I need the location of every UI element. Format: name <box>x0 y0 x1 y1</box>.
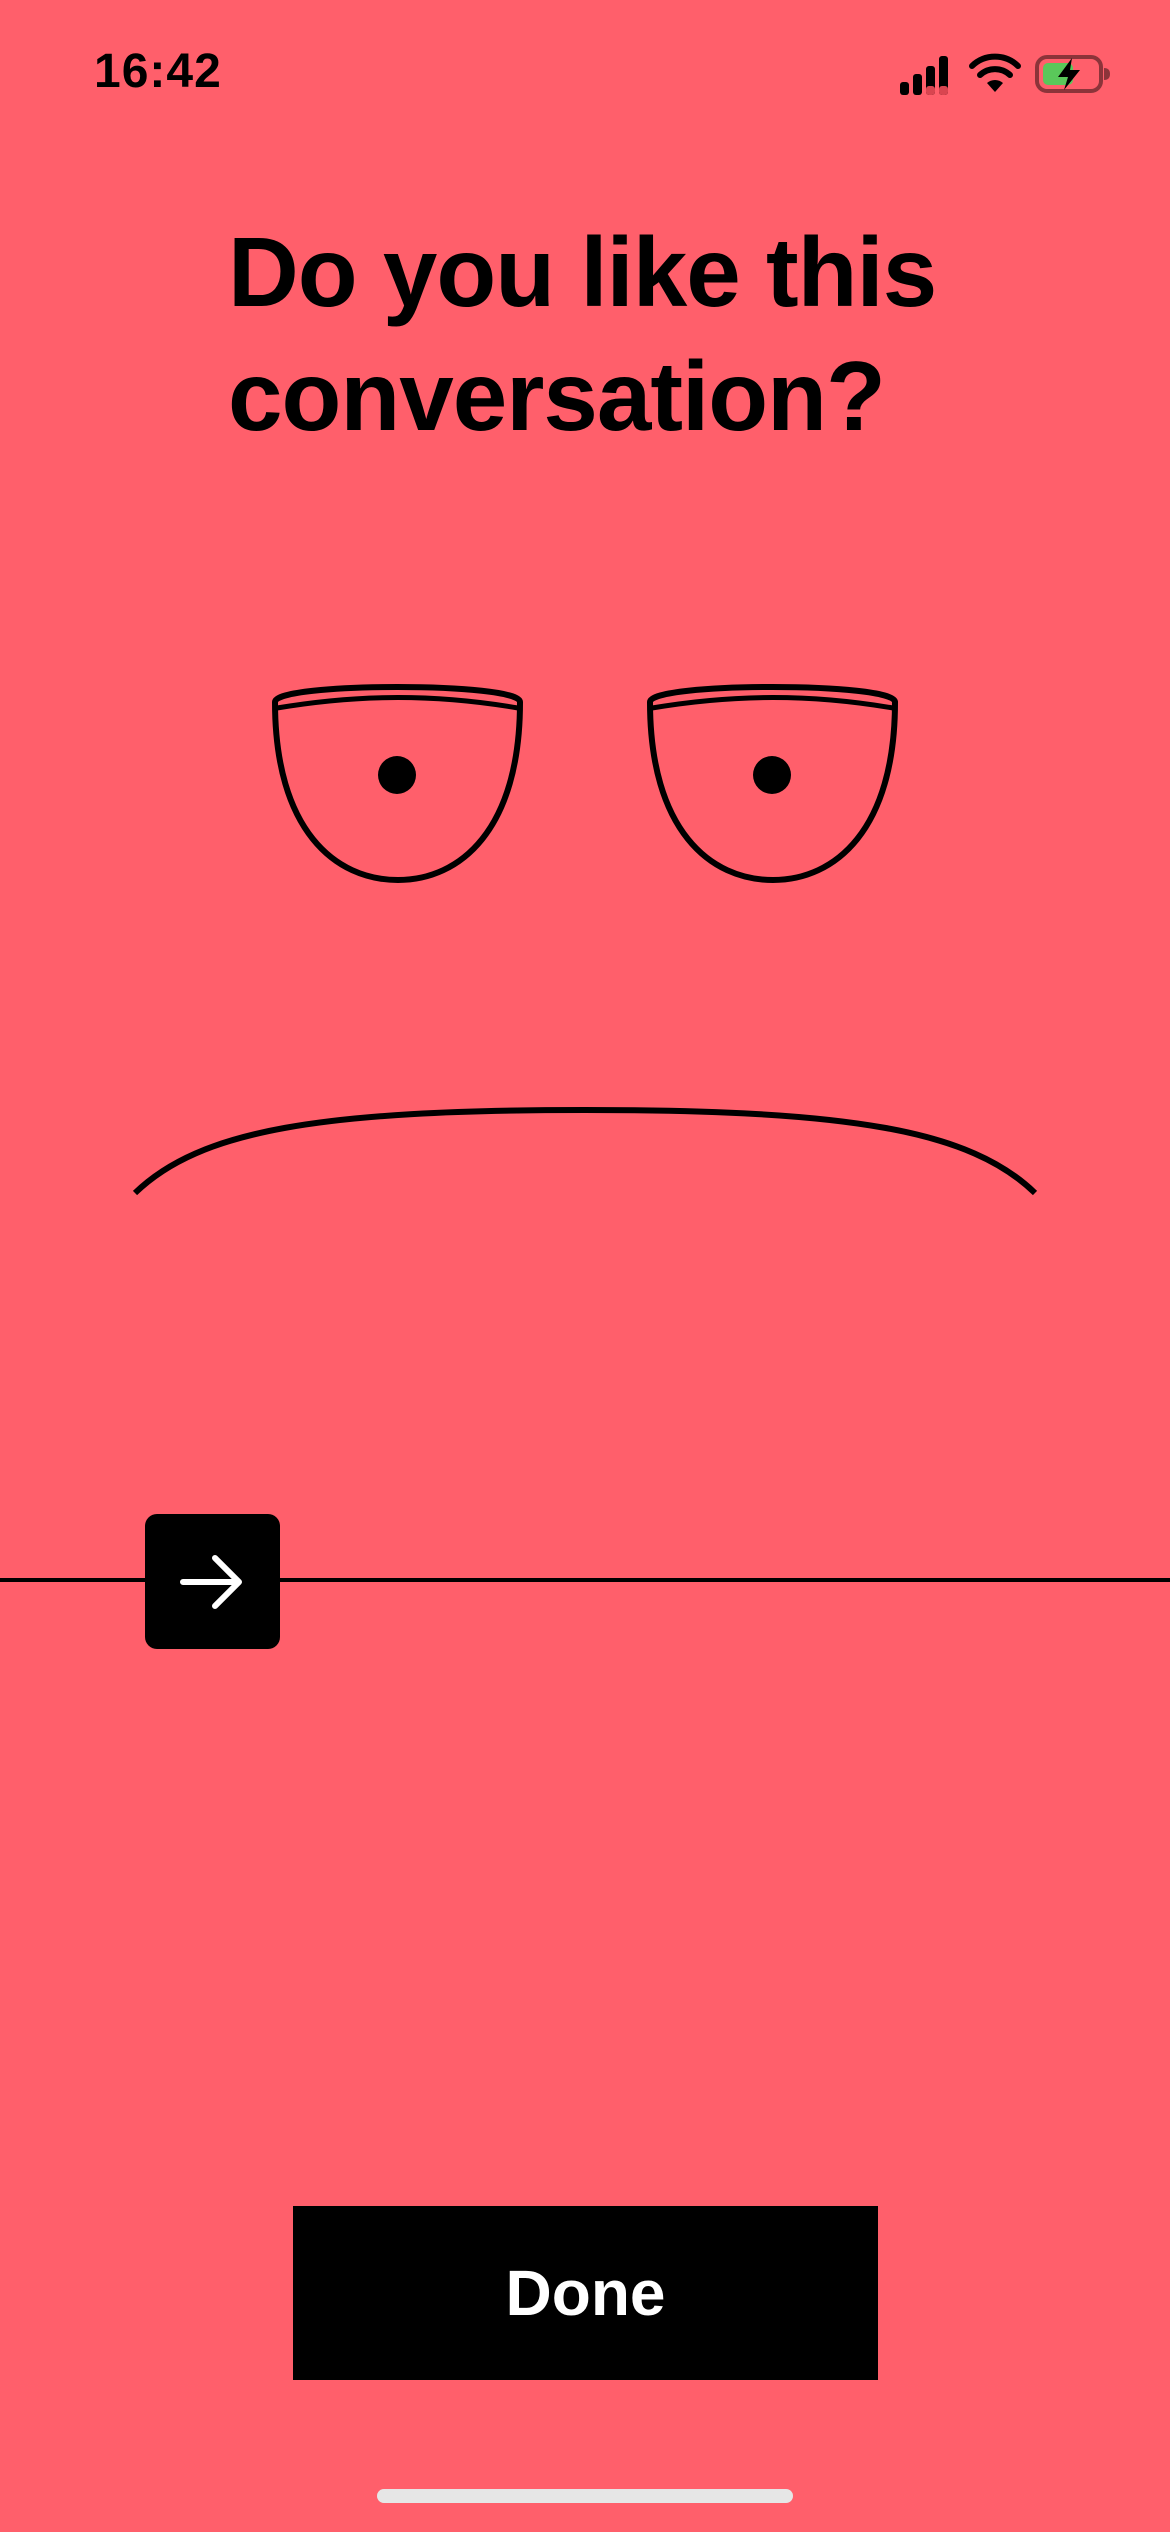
battery-charging-icon <box>1035 55 1110 93</box>
left-eye <box>272 684 523 883</box>
rating-slider[interactable] <box>0 1510 1170 1650</box>
face-illustration <box>132 684 1038 1196</box>
arrow-right-icon <box>180 1555 242 1609</box>
status-icons <box>898 52 1118 100</box>
wifi-icon <box>969 53 1021 92</box>
status-bar: 16:42 <box>0 0 1170 150</box>
prompt-title: Do you like this conversation? <box>228 217 937 451</box>
left-pupil <box>378 756 416 794</box>
done-button[interactable]: Done <box>293 2206 878 2380</box>
slider-handle[interactable] <box>145 1514 280 1649</box>
cellular-signal-icon <box>900 56 948 95</box>
right-pupil <box>753 756 791 794</box>
mouth <box>132 1106 1038 1196</box>
right-eye <box>647 684 898 883</box>
home-indicator[interactable] <box>377 2489 793 2503</box>
status-time: 16:42 <box>94 45 222 98</box>
